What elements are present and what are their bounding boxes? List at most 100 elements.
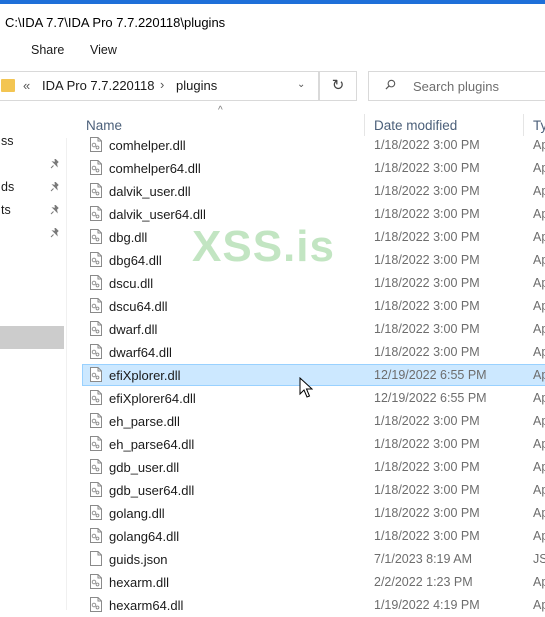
file-row[interactable]: comhelper64.dll 1/18/2022 3:00 PM Ap — [66, 157, 545, 180]
breadcrumb-plugins[interactable]: plugins — [176, 78, 217, 93]
file-row[interactable]: eh_parse64.dll 1/18/2022 3:00 PM Ap — [66, 433, 545, 456]
file-date-modified: 1/18/2022 3:00 PM — [374, 230, 480, 244]
search-placeholder: Search plugins — [413, 79, 499, 94]
nav-item-label: ss — [1, 134, 14, 148]
file-row[interactable]: dscu64.dll 1/18/2022 3:00 PM Ap — [66, 295, 545, 318]
file-date-modified: 1/18/2022 3:00 PM — [374, 460, 480, 474]
file-name[interactable]: dbg.dll — [109, 230, 147, 245]
file-date-modified: 12/19/2022 6:55 PM — [374, 391, 487, 405]
file-list: comhelper.dll 1/18/2022 3:00 PM Ap comhelpe… — [66, 134, 545, 617]
nav-item[interactable] — [0, 153, 66, 175]
file-type: Ap — [533, 322, 545, 336]
file-name[interactable]: dalvik_user64.dll — [109, 207, 206, 222]
file-icon — [90, 160, 102, 175]
refresh-button[interactable]: ↻ — [319, 71, 357, 101]
nav-item[interactable] — [0, 222, 66, 244]
file-date-modified: 1/18/2022 3:00 PM — [374, 138, 480, 152]
file-name[interactable]: hexarm64.dll — [109, 598, 183, 613]
file-icon — [90, 252, 102, 267]
pin-icon — [50, 228, 59, 238]
file-name[interactable]: hexarm.dll — [109, 575, 169, 590]
file-name[interactable]: dwarf64.dll — [109, 345, 172, 360]
file-date-modified: 1/18/2022 3:00 PM — [374, 483, 480, 497]
file-type: Ap — [533, 184, 545, 198]
file-name[interactable]: eh_parse.dll — [109, 414, 180, 429]
file-name[interactable]: gdb_user64.dll — [109, 483, 194, 498]
file-name[interactable]: guids.json — [109, 552, 168, 567]
refresh-icon: ↻ — [331, 77, 345, 94]
file-row[interactable]: gdb_user.dll 1/18/2022 3:00 PM Ap — [66, 456, 545, 479]
file-row[interactable]: hexarm.dll 2/2/2022 1:23 PM Ap — [66, 571, 545, 594]
file-icon — [90, 229, 102, 244]
nav-item-label: ds — [1, 180, 15, 194]
file-date-modified: 1/18/2022 3:00 PM — [374, 207, 480, 221]
file-name[interactable]: dbg64.dll — [109, 253, 162, 268]
column-header-name[interactable]: Name — [86, 118, 122, 133]
file-icon — [90, 344, 102, 359]
file-row[interactable]: guids.json 7/1/2023 8:19 AM JS — [66, 548, 545, 571]
file-row[interactable]: golang64.dll 1/18/2022 3:00 PM Ap — [66, 525, 545, 548]
file-date-modified: 1/18/2022 3:00 PM — [374, 414, 480, 428]
file-type: Ap — [533, 230, 545, 244]
file-row[interactable]: dwarf64.dll 1/18/2022 3:00 PM Ap — [66, 341, 545, 364]
chevron-down-icon[interactable]: ⌄ — [297, 79, 305, 90]
file-row[interactable]: eh_parse.dll 1/18/2022 3:00 PM Ap — [66, 410, 545, 433]
column-divider[interactable] — [364, 114, 365, 136]
mouse-cursor-icon — [299, 377, 313, 398]
file-name[interactable]: dalvik_user.dll — [109, 184, 191, 199]
search-input[interactable]: Search plugins — [368, 71, 545, 101]
file-type: Ap — [533, 437, 545, 451]
file-type: Ap — [533, 575, 545, 589]
tab-view[interactable]: View — [90, 43, 117, 57]
file-type: Ap — [533, 414, 545, 428]
file-name[interactable]: dscu64.dll — [109, 299, 168, 314]
breadcrumb-ida-pro[interactable]: IDA Pro 7.7.220118 — [42, 78, 155, 93]
file-row[interactable]: dalvik_user.dll 1/18/2022 3:00 PM Ap — [66, 180, 545, 203]
file-type: Ap — [533, 253, 545, 267]
nav-item[interactable]: ts — [0, 199, 66, 221]
file-name[interactable]: dwarf.dll — [109, 322, 157, 337]
nav-item-selected[interactable] — [0, 326, 64, 349]
column-header-type[interactable]: Ty — [533, 118, 545, 133]
file-row[interactable]: gdb_user64.dll 1/18/2022 3:00 PM Ap — [66, 479, 545, 502]
file-name[interactable]: golang.dll — [109, 506, 165, 521]
nav-item[interactable]: ss — [0, 130, 66, 152]
breadcrumb-separator[interactable]: › — [160, 77, 164, 92]
file-name[interactable]: gdb_user.dll — [109, 460, 179, 475]
file-name[interactable]: efiXplorer64.dll — [109, 391, 196, 406]
file-row[interactable]: golang.dll 1/18/2022 3:00 PM Ap — [66, 502, 545, 525]
column-header-date[interactable]: Date modified — [374, 118, 457, 133]
file-row[interactable]: comhelper.dll 1/18/2022 3:00 PM Ap — [66, 134, 545, 157]
file-icon — [90, 436, 102, 451]
navigation-pane: ss ds ts — [0, 108, 67, 610]
file-name[interactable]: eh_parse64.dll — [109, 437, 194, 452]
file-icon — [90, 413, 102, 428]
file-icon — [90, 505, 102, 520]
file-name[interactable]: golang64.dll — [109, 529, 179, 544]
file-name[interactable]: comhelper.dll — [109, 138, 186, 153]
file-type: Ap — [533, 345, 545, 359]
column-divider[interactable] — [523, 114, 524, 136]
file-type: Ap — [533, 299, 545, 313]
file-date-modified: 1/18/2022 3:00 PM — [374, 506, 480, 520]
address-bar[interactable]: « IDA Pro 7.7.220118 › plugins ⌄ — [0, 71, 319, 101]
tab-share[interactable]: Share — [31, 43, 64, 57]
file-type: Ap — [533, 161, 545, 175]
overflow-chevron[interactable]: « — [23, 78, 30, 93]
file-name[interactable]: dscu.dll — [109, 276, 153, 291]
file-name[interactable]: efiXplorer.dll — [109, 368, 181, 383]
file-type: Ap — [533, 368, 545, 382]
file-date-modified: 1/18/2022 3:00 PM — [374, 299, 480, 313]
file-name[interactable]: comhelper64.dll — [109, 161, 201, 176]
file-date-modified: 7/1/2023 8:19 AM — [374, 552, 472, 566]
file-icon — [90, 275, 102, 290]
file-row[interactable]: dwarf.dll 1/18/2022 3:00 PM Ap — [66, 318, 545, 341]
file-icon — [90, 321, 102, 336]
search-icon — [385, 79, 396, 90]
file-row[interactable]: hexarm64.dll 1/19/2022 4:19 PM Ap — [66, 594, 545, 617]
pin-icon — [50, 159, 59, 169]
file-row[interactable]: dscu.dll 1/18/2022 3:00 PM Ap — [66, 272, 545, 295]
file-date-modified: 1/18/2022 3:00 PM — [374, 161, 480, 175]
file-type: Ap — [533, 506, 545, 520]
nav-item[interactable]: ds — [0, 176, 66, 198]
